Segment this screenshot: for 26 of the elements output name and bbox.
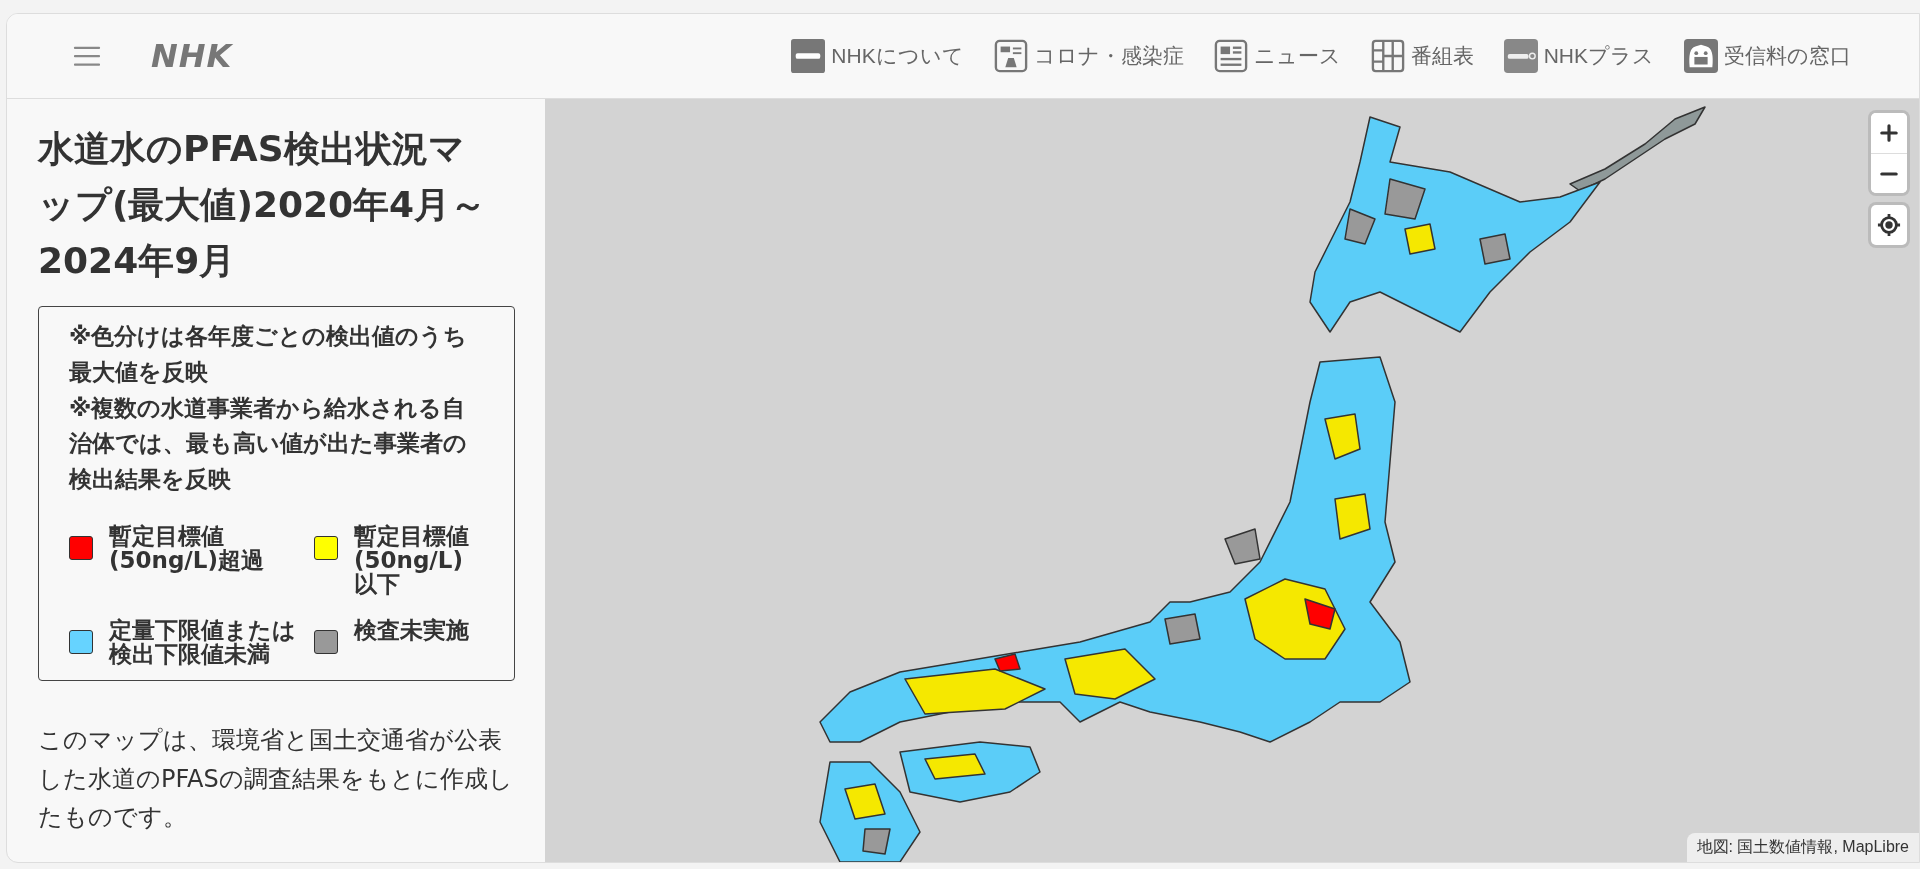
minus-icon [1880, 170, 1898, 177]
locate-icon [1877, 213, 1901, 237]
nav-link[interactable]: ニュース [1213, 39, 1341, 73]
nav-link[interactable]: 番組表 [1370, 39, 1474, 73]
zoom-out-button[interactable] [1871, 153, 1907, 193]
logo-link[interactable]: NHK [151, 37, 233, 75]
note-text: ※色分けは各年度ごとの検出値のうち最大値を反映 [69, 322, 469, 388]
legend-label: 暫定目標値(50ng/L)以下 [354, 523, 470, 596]
legend-label: 検査未実施 [354, 618, 469, 643]
legend-label: 暫定目標値(50ng/L)超過 [109, 523, 265, 572]
map-attribution: 地図: 国土数値情報, MapLibre [1686, 833, 1919, 862]
newspaper-icon [1213, 39, 1248, 73]
legend-label: 定量下限値または検出下限値未満 [109, 618, 297, 667]
grid-icon [1370, 39, 1405, 73]
mascot-icon [1684, 39, 1718, 73]
description-text: このマップは、環境省と国土交通省が公表した水道のPFASの調査結果をもとに作成したものです。 [38, 725, 514, 834]
note-text: ※複数の水道事業者から給水される自治体では、最も高い値が出た事業者の検出結果を反映 [69, 393, 468, 494]
plus-icon [1880, 124, 1898, 142]
nav-link[interactable]: NHKについて [791, 39, 964, 73]
locate-button[interactable] [1871, 205, 1907, 245]
nav-link[interactable]: コロナ・感染症 [993, 39, 1184, 73]
map-area[interactable]: 地図: 国土数値情報, MapLibre [545, 99, 1919, 862]
notice-icon [993, 39, 1028, 73]
page-title: 水道水のPFAS検出状況マップ(最大値)2020年4月～2024年9月 [38, 127, 488, 283]
nav-link[interactable]: NHKプラス [1503, 39, 1654, 73]
nav-link[interactable]: 受信料の窓口 [1684, 39, 1851, 73]
